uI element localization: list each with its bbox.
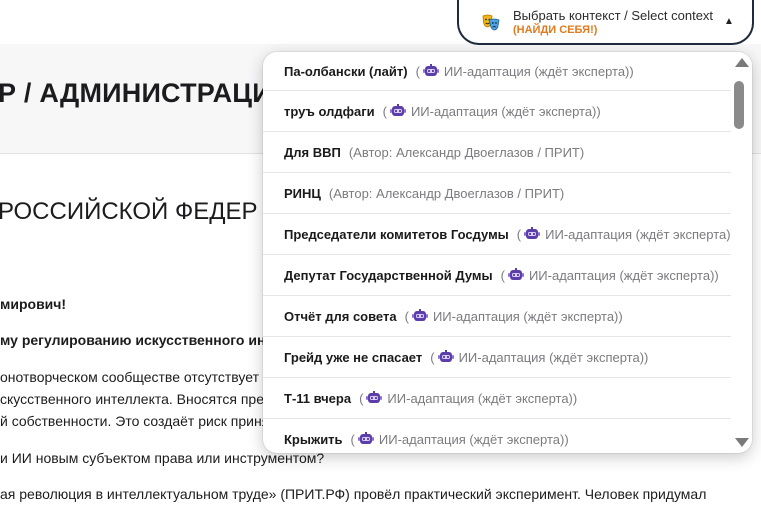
context-option-name: Для ВВП	[284, 144, 341, 160]
dropdown-scrollbar[interactable]	[731, 52, 752, 453]
context-option[interactable]: Для ВВП (Автор: Александр Двоеглазов / ПР…	[263, 132, 731, 173]
context-option[interactable]: Т-11 вчера ( ИИ-адаптация (ждёт эксперта))	[263, 378, 731, 419]
context-option[interactable]: Крыжить ( ИИ-адаптация (ждёт эксперта))	[263, 419, 731, 453]
context-option-name: Отчёт для совета	[284, 308, 397, 324]
context-option-paren: (	[430, 349, 435, 365]
caret-up-icon: ▲	[724, 16, 734, 27]
context-option-meta-text: ИИ-адаптация (ждёт эксперта))	[443, 63, 634, 79]
context-option-meta: ( ИИ-адаптация (ждёт эксперта))	[383, 104, 601, 119]
context-option-name: Председатели комитетов Госдумы	[284, 226, 509, 242]
context-option-meta-text: ИИ-адаптация (ждёт эксперта))	[458, 349, 649, 365]
scrollbar-thumb[interactable]	[734, 81, 744, 129]
context-option-name: Т-11 вчера	[284, 390, 352, 406]
context-option-meta: (Автор: Александр Двоеглазов / ПРИТ)	[349, 145, 584, 160]
context-option-paren: (	[516, 226, 522, 242]
document-line: скусственного интеллекта. Вносятся пред	[0, 391, 272, 407]
document-line: й собственности. Это создаёт риск принят	[0, 413, 276, 429]
context-option-name: труъ олдфаги	[284, 103, 375, 119]
context-option-name: Грейд уже не спасает	[284, 349, 423, 365]
context-option-name: Депутат Государственной Думы	[284, 267, 493, 283]
context-option-paren: (	[350, 431, 355, 447]
context-option[interactable]: труъ олдфаги ( ИИ-адаптация (ждёт эксперта…	[263, 91, 731, 132]
context-option-paren: (	[382, 103, 387, 119]
robot-icon	[357, 432, 374, 446]
robot-icon	[507, 268, 524, 282]
context-option-paren: (	[359, 390, 364, 406]
context-option-paren: (	[500, 267, 505, 283]
document-line: му регулированию искусственного инт	[0, 332, 273, 348]
context-option-paren: (	[415, 63, 420, 79]
context-selector-subtitle: (НАЙДИ СЕБЯ!)	[513, 23, 598, 36]
context-option-meta: ( ИИ-адаптация (ждёт эксперта))	[501, 268, 719, 283]
context-selector-button[interactable]: Выбрать контекст / Select context (НАЙДИ…	[457, 0, 754, 45]
scroll-down-arrow-icon[interactable]	[735, 438, 749, 447]
context-option-meta-text: ИИ-адаптация (ждёт эксперта))	[378, 431, 569, 447]
context-selector-texts: Выбрать контекст / Select context (НАЙДИ…	[513, 8, 718, 36]
context-option-meta-text: ИИ-адаптация (ждёт эксперта))	[528, 267, 719, 283]
context-option-name: РИНЦ	[284, 185, 321, 201]
context-option-meta: ( ИИ-адаптация (ждёт эксперта))	[351, 432, 569, 447]
context-option[interactable]: РИНЦ (Автор: Александр Двоеглазов / ПРИТ)	[263, 173, 731, 214]
context-list: Па-олбански (лайт) ( ИИ-адаптация (ждёт эк…	[263, 52, 731, 453]
scroll-up-arrow-icon[interactable]	[735, 58, 749, 67]
context-option-meta-text: (Автор: Александр Двоеглазов / ПРИТ)	[348, 144, 585, 160]
context-option-meta: ( ИИ-адаптация (ждёт эксперта))	[359, 391, 577, 406]
context-option-meta-text: ИИ-адаптация (ждёт эксперта))	[432, 308, 623, 324]
context-option-meta-text: ИИ-адаптация (ждёт эксперта))	[387, 390, 578, 406]
context-option-meta-text: ИИ-адаптация (ждёт эксперта))	[410, 103, 601, 119]
context-dropdown: Па-олбански (лайт) ( ИИ-адаптация (ждёт эк…	[263, 52, 752, 453]
document-heading: Р / АДМИНИСТРАЦИ	[0, 78, 272, 108]
context-option[interactable]: Председатели комитетов Госдумы ( ИИ-адапта…	[263, 214, 731, 255]
context-option-meta: ( ИИ-адаптация (ждёт эксперта))	[405, 309, 623, 324]
context-option-name: Крыжить	[284, 431, 343, 447]
context-option[interactable]: Грейд уже не спасает ( ИИ-адаптация (ждёт …	[263, 337, 731, 378]
context-option-meta-text: (Автор: Александр Двоеглазов / ПРИТ)	[328, 185, 565, 201]
context-selector-title: Выбрать контекст / Select context	[513, 7, 714, 23]
context-option-meta-text: ИИ-адаптация (ждёт эксперта))	[545, 226, 731, 242]
robot-icon	[422, 64, 439, 78]
context-option-paren: (	[404, 308, 409, 324]
theater-masks-icon	[481, 12, 501, 32]
robot-icon	[524, 227, 541, 241]
document-line: мирович!	[0, 296, 67, 312]
context-option-meta: ( ИИ-адаптация (ждёт эксперта))	[416, 64, 634, 79]
context-option[interactable]: Депутат Государственной Думы ( ИИ-адаптаци…	[263, 255, 731, 296]
context-option-meta: (Автор: Александр Двоеглазов / ПРИТ)	[329, 186, 564, 201]
document-subheading: РОССИЙСКОЙ ФЕДЕР	[0, 198, 258, 225]
context-option[interactable]: Па-олбански (лайт) ( ИИ-адаптация (ждёт эк…	[263, 52, 731, 91]
robot-icon	[389, 104, 406, 118]
context-option-meta: ( ИИ-адаптация (ждёт эксперта))	[517, 227, 731, 242]
context-option[interactable]: Отчёт для совета ( ИИ-адаптация (ждёт эксп…	[263, 296, 731, 337]
robot-icon	[411, 309, 428, 323]
document-line: онотворческом сообществе отсутствует е	[0, 369, 271, 385]
context-option-name: Па-олбански (лайт)	[284, 63, 408, 79]
robot-icon	[366, 391, 383, 405]
robot-icon	[437, 350, 454, 364]
document-line: ая революция в интеллектуальном труде» (…	[0, 486, 707, 502]
context-option-meta: ( ИИ-адаптация (ждёт эксперта))	[430, 350, 648, 365]
